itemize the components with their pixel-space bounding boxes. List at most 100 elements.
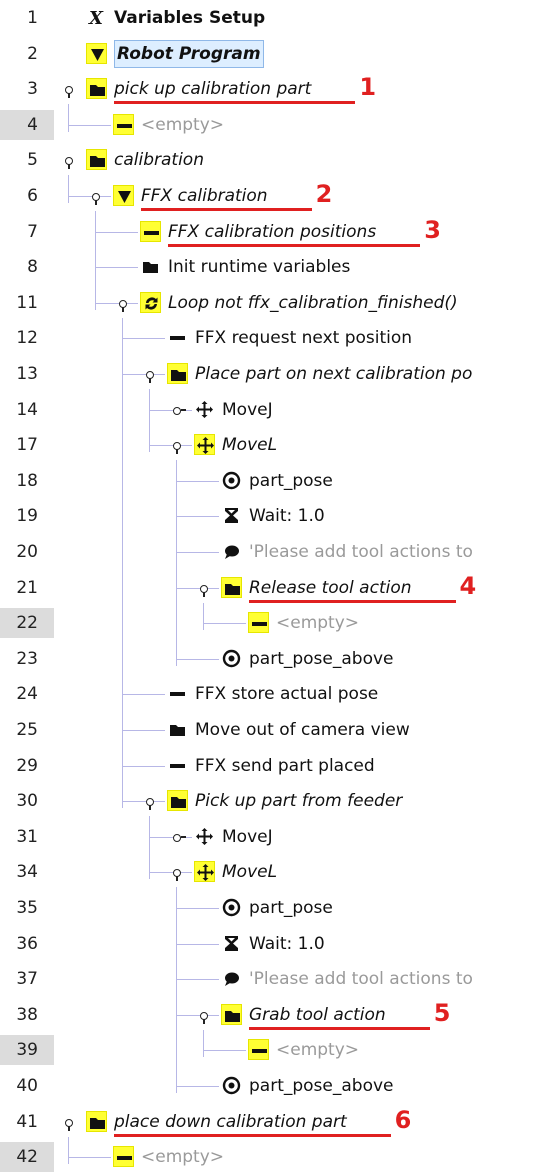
expand-toggle-icon[interactable]: [172, 403, 186, 417]
collapse-toggle-icon[interactable]: [172, 438, 186, 455]
callout-number: 4: [459, 571, 477, 600]
tree-row-line-37[interactable]: 37 'Please add tool actions to: [0, 964, 543, 994]
node-label[interactable]: Loop not ffx_calibration_finished(): [168, 288, 458, 318]
node-label[interactable]: MoveJ: [222, 395, 273, 425]
line-number-gutter: 35: [0, 893, 54, 923]
node-label[interactable]: Wait: 1.0: [249, 501, 325, 531]
tree-row-line-21[interactable]: 21 Release tool action 4: [0, 571, 543, 603]
collapse-toggle-icon[interactable]: [145, 794, 159, 811]
node-label[interactable]: FFX calibration positions: [168, 217, 376, 247]
tree-row-line-38[interactable]: 38 Grab tool action 5: [0, 998, 543, 1030]
node-label[interactable]: place down calibration part: [114, 1107, 347, 1137]
tree-row-line-25[interactable]: 25 Move out of camera view: [0, 715, 543, 745]
node-label[interactable]: part_pose_above: [249, 1071, 394, 1101]
node-label[interactable]: <empty>: [141, 1142, 224, 1172]
node-label[interactable]: Place part on next calibration po: [195, 359, 472, 389]
tree-row-line-39[interactable]: 39 <empty>: [0, 1035, 543, 1066]
tree-row-line-23[interactable]: 23 part_pose_above: [0, 644, 543, 674]
node-label[interactable]: part_pose: [249, 893, 333, 923]
line-number-gutter: 18: [0, 466, 54, 496]
tree-row-line-34[interactable]: 34 MoveL: [0, 857, 543, 887]
tree-row-line-8[interactable]: 8 Init runtime variables: [0, 252, 543, 282]
collapse-toggle-icon[interactable]: [91, 189, 105, 205]
tree-connector: [176, 658, 219, 660]
tree-row-line-42[interactable]: 42 <empty>: [0, 1142, 543, 1173]
tree-row-line-24[interactable]: 24 FFX store actual pose: [0, 679, 543, 709]
node-label[interactable]: <empty>: [276, 1035, 359, 1065]
tree-row-line-35[interactable]: 35 part_pose: [0, 893, 543, 923]
tree-row-line-3[interactable]: 3 pick up calibration part 1: [0, 73, 543, 105]
tree-row-line-6[interactable]: 6 FFX calibration 2: [0, 180, 543, 211]
line-number-gutter: 36: [0, 929, 54, 959]
node-label[interactable]: calibration: [114, 145, 204, 175]
tree-row-line-14[interactable]: 14 MoveJ: [0, 395, 543, 425]
node-label[interactable]: <empty>: [141, 110, 224, 140]
line-number: 22: [16, 613, 38, 634]
node-label[interactable]: FFX request next position: [195, 323, 412, 353]
node-label[interactable]: FFX send part placed: [195, 751, 375, 781]
tree-row-line-20[interactable]: 20 'Please add tool actions to: [0, 537, 543, 567]
tree-row-line-2[interactable]: 2 Robot Program: [0, 39, 543, 69]
callout-underline: [168, 243, 421, 247]
line-number: 11: [16, 292, 38, 313]
node-label[interactable]: <empty>: [276, 608, 359, 638]
node-label[interactable]: part_pose_above: [249, 644, 394, 674]
node-label[interactable]: Grab tool action: [249, 1000, 386, 1030]
tree-row-line-18[interactable]: 18 part_pose: [0, 466, 543, 496]
node-label[interactable]: pick up calibration part: [114, 74, 311, 104]
node-label[interactable]: 'Please add tool actions to: [249, 964, 473, 994]
collapse-toggle-icon[interactable]: [64, 82, 78, 99]
node-label[interactable]: Wait: 1.0: [249, 929, 325, 959]
node-label[interactable]: 'Please add tool actions to: [249, 537, 473, 567]
tree-row-line-41[interactable]: 41 place down calibration part 6: [0, 1106, 543, 1137]
tree-row-line-5[interactable]: 5 calibration: [0, 145, 543, 175]
move-arrows-icon: [194, 826, 215, 847]
node-label[interactable]: MoveJ: [222, 822, 273, 852]
waypoint-icon: [221, 470, 242, 491]
tree-row-line-13[interactable]: 13 Place part on next calibration po: [0, 359, 543, 389]
tree-row-line-36[interactable]: 36 Wait: 1.0: [0, 929, 543, 959]
node-label[interactable]: Release tool action: [249, 573, 412, 603]
callout-underline: [114, 1133, 391, 1137]
tree-connector: [122, 338, 165, 340]
tree-row-line-4[interactable]: 4 <empty>: [0, 109, 543, 140]
collapse-toggle-icon[interactable]: [64, 153, 78, 170]
line-number: 2: [27, 43, 38, 64]
node-label[interactable]: FFX store actual pose: [195, 679, 378, 709]
collapse-toggle-icon[interactable]: [172, 865, 186, 882]
node-label[interactable]: MoveL: [222, 430, 277, 460]
tree-row-line-30[interactable]: 30 Pick up part from feeder: [0, 786, 543, 816]
loop-icon: [140, 291, 161, 313]
node-label[interactable]: Init runtime variables: [168, 252, 350, 282]
node-label[interactable]: MoveL: [222, 857, 277, 887]
node-label[interactable]: Robot Program: [114, 39, 264, 68]
tree-row-line-7[interactable]: 7 FFX calibration positions 3: [0, 216, 543, 247]
line-number-gutter: 31: [0, 822, 54, 852]
node-label[interactable]: Variables Setup: [114, 3, 265, 33]
hourglass-icon: [221, 505, 242, 526]
tree-row-line-40[interactable]: 40 part_pose_above: [0, 1071, 543, 1101]
node-label[interactable]: Pick up part from feeder: [195, 786, 402, 816]
tree-row-line-31[interactable]: 31 MoveJ: [0, 822, 543, 852]
node-label[interactable]: FFX calibration: [141, 181, 268, 211]
callout-number: 5: [433, 998, 451, 1027]
collapse-toggle-icon[interactable]: [118, 296, 132, 312]
node-label[interactable]: Move out of camera view: [195, 715, 410, 745]
expand-toggle-icon[interactable]: [172, 830, 186, 844]
tree-row-line-29[interactable]: 29 FFX send part placed: [0, 751, 543, 781]
tree-row-line-17[interactable]: 17 MoveL: [0, 430, 543, 460]
move-arrows-icon: [194, 861, 215, 883]
line-number: 8: [27, 257, 38, 278]
line-number-gutter: 6: [0, 181, 54, 211]
collapse-toggle-icon[interactable]: [199, 1008, 213, 1024]
tree-row-line-22[interactable]: 22 <empty>: [0, 608, 543, 639]
tree-row-line-19[interactable]: 19 Wait: 1.0: [0, 501, 543, 531]
collapse-toggle-icon[interactable]: [64, 1115, 78, 1131]
node-label[interactable]: part_pose: [249, 466, 333, 496]
collapse-toggle-icon[interactable]: [145, 367, 159, 383]
tree-row-line-12[interactable]: 12 FFX request next position: [0, 323, 543, 353]
collapse-toggle-icon[interactable]: [199, 581, 213, 597]
folder-icon: [167, 790, 188, 812]
tree-row-line-1[interactable]: 1 X Variables Setup: [0, 3, 543, 33]
tree-row-line-11[interactable]: 11 Loop not ffx_calibration_finished(): [0, 288, 543, 318]
